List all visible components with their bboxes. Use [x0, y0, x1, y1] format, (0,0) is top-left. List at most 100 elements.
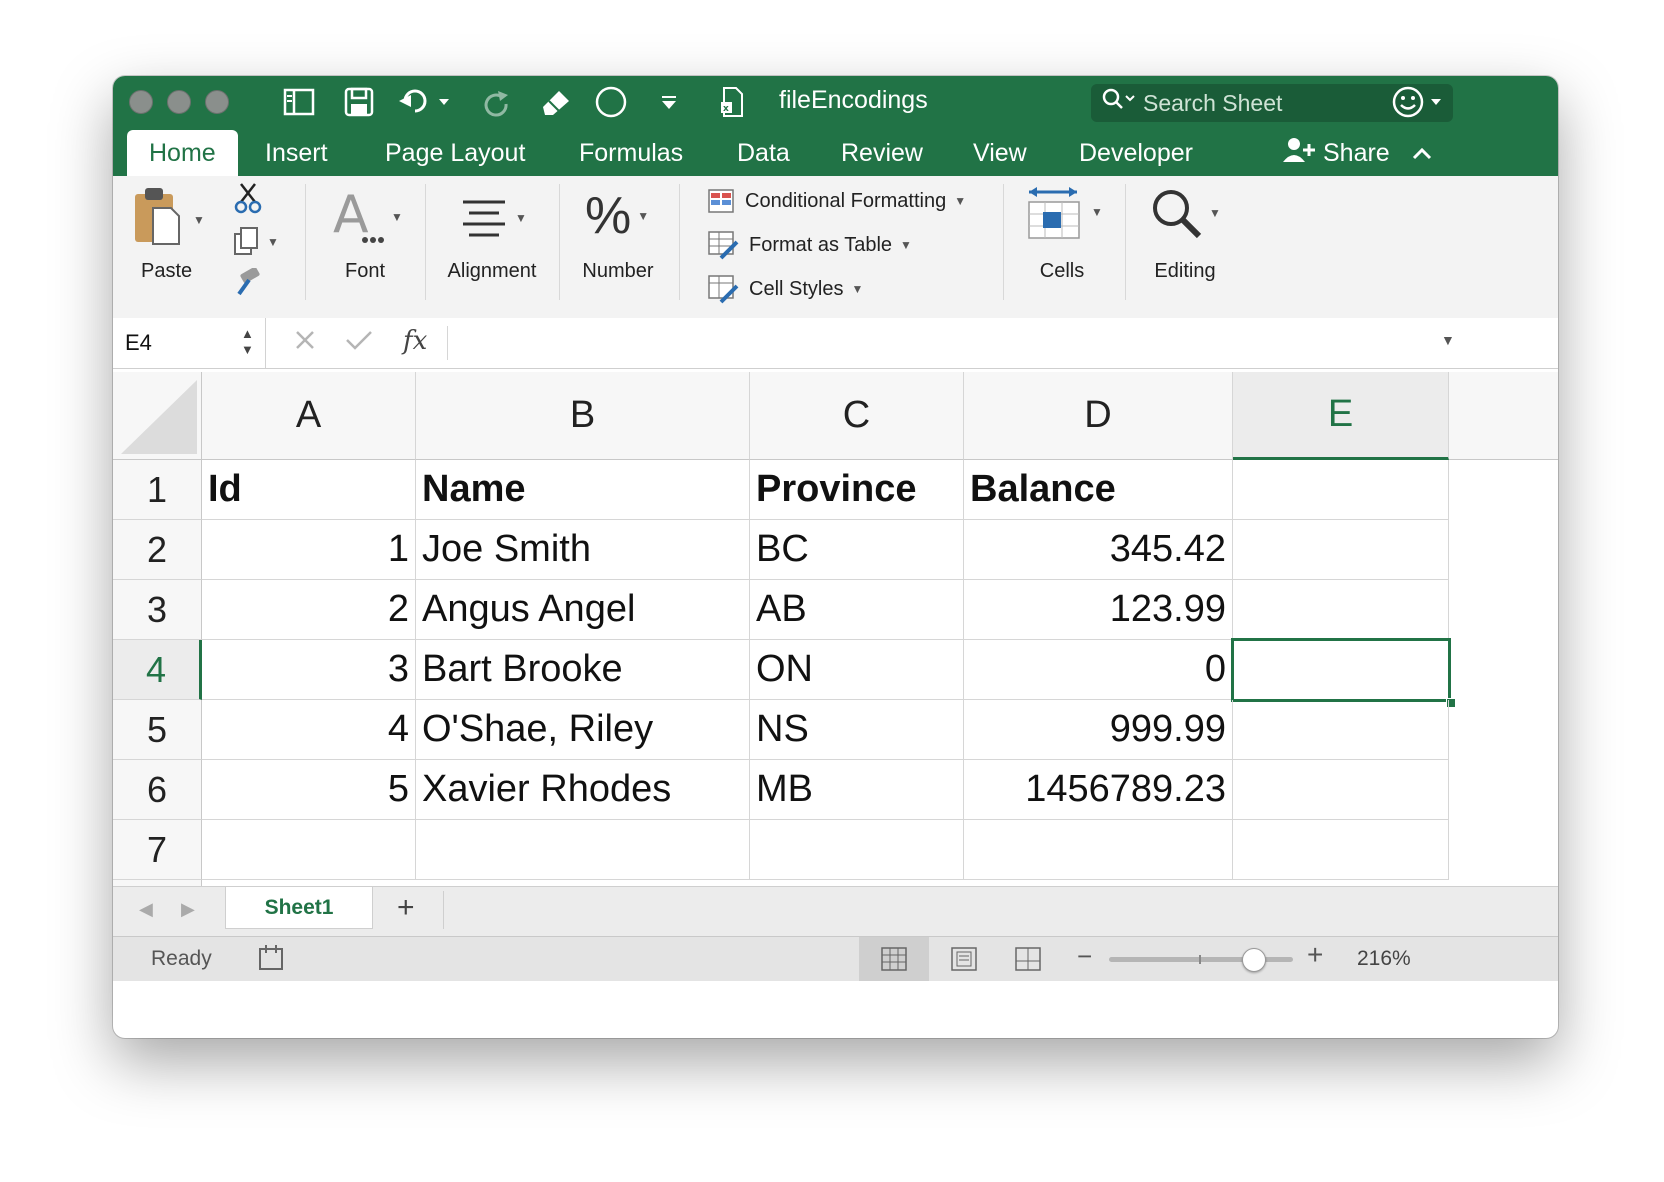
zoom-slider-knob[interactable]	[1241, 948, 1266, 972]
formula-input[interactable]	[453, 326, 1433, 360]
redo-icon[interactable]	[477, 84, 513, 120]
paste-dropdown-icon[interactable]: ▼	[193, 213, 205, 227]
cell-a7[interactable]	[202, 820, 416, 880]
cell-e5[interactable]	[1233, 700, 1449, 760]
confirm-entry-icon[interactable]	[343, 326, 375, 359]
cell-a1[interactable]: Id	[202, 460, 416, 520]
zoom-window-button[interactable]	[205, 90, 229, 114]
cell-d1[interactable]: Balance	[964, 460, 1233, 520]
eraser-icon[interactable]	[535, 84, 575, 120]
cell-d4[interactable]: 0	[964, 640, 1233, 700]
save-icon[interactable]	[341, 84, 377, 120]
cell-e4-active[interactable]	[1231, 638, 1451, 702]
column-header-e[interactable]: E	[1233, 372, 1449, 460]
cell-d7[interactable]	[964, 820, 1233, 880]
tab-view[interactable]: View	[973, 130, 1027, 176]
cell-c3[interactable]: AB	[750, 580, 964, 640]
minimize-window-button[interactable]	[167, 90, 191, 114]
cell-a3[interactable]: 2	[202, 580, 416, 640]
cell-d5[interactable]: 999.99	[964, 700, 1233, 760]
cell-c7[interactable]	[750, 820, 964, 880]
row-header-6[interactable]: 6	[113, 760, 202, 820]
cell-e3[interactable]	[1233, 580, 1449, 640]
select-all-corner[interactable]	[113, 372, 202, 460]
row-header-7[interactable]: 7	[113, 820, 202, 880]
cell-b1[interactable]: Name	[416, 460, 750, 520]
cell-a6[interactable]: 5	[202, 760, 416, 820]
row-header-4[interactable]: 4	[113, 640, 202, 700]
close-window-button[interactable]	[129, 90, 153, 114]
paste-button[interactable]: ▼	[131, 184, 205, 255]
cell-c2[interactable]: BC	[750, 520, 964, 580]
format-as-table-button[interactable]: Format as Table ▼	[707, 230, 912, 260]
cell-b3[interactable]: Angus Angel	[416, 580, 750, 640]
alignment-button[interactable]: ▼	[459, 198, 527, 238]
cell-e1[interactable]	[1233, 460, 1449, 520]
cell-styles-button[interactable]: Cell Styles ▼	[707, 274, 863, 304]
row-header-2[interactable]: 2	[113, 520, 202, 580]
tab-formulas[interactable]: Formulas	[579, 130, 683, 176]
cell-c4[interactable]: ON	[750, 640, 964, 700]
cell-b6[interactable]: Xavier Rhodes	[416, 760, 750, 820]
cell-a2[interactable]: 1	[202, 520, 416, 580]
cancel-entry-icon[interactable]	[291, 326, 319, 359]
cell-a4[interactable]: 3	[202, 640, 416, 700]
cell-d2[interactable]: 345.42	[964, 520, 1233, 580]
format-painter-icon[interactable]	[231, 268, 263, 298]
conditional-formatting-button[interactable]: Conditional Formatting ▼	[707, 188, 966, 214]
zoom-out-button[interactable]: −	[1077, 941, 1092, 972]
collapse-ribbon-icon[interactable]	[1411, 130, 1433, 176]
copy-dropdown-icon[interactable]: ▼	[267, 235, 279, 249]
name-box-stepper-icon[interactable]: ▲ ▼	[241, 326, 254, 358]
cell-d6[interactable]: 1456789.23	[964, 760, 1233, 820]
cells-button[interactable]: ▼	[1025, 184, 1103, 240]
cell-b4[interactable]: Bart Brooke	[416, 640, 750, 700]
function-icon[interactable]: fx	[403, 326, 427, 356]
cell-b2[interactable]: Joe Smith	[416, 520, 750, 580]
zoom-percentage[interactable]: 216%	[1357, 947, 1411, 971]
cell-c1[interactable]: Province	[750, 460, 964, 520]
cell-e6[interactable]	[1233, 760, 1449, 820]
cut-icon[interactable]	[233, 182, 263, 214]
circle-shape-icon[interactable]	[593, 84, 629, 120]
tab-data[interactable]: Data	[737, 130, 790, 176]
macro-recording-icon[interactable]	[257, 943, 287, 978]
scroll-sheets-left-icon[interactable]: ◀	[139, 899, 153, 920]
row-header-1[interactable]: 1	[113, 460, 202, 520]
row-header-5[interactable]: 5	[113, 700, 202, 760]
cell-c6[interactable]: MB	[750, 760, 964, 820]
tab-developer[interactable]: Developer	[1079, 130, 1193, 176]
cell-b5[interactable]: O'Shae, Riley	[416, 700, 750, 760]
expand-formula-bar-icon[interactable]: ▼	[1441, 332, 1455, 348]
tab-insert[interactable]: Insert	[265, 130, 328, 176]
cell-a5[interactable]: 4	[202, 700, 416, 760]
column-header-d[interactable]: D	[964, 372, 1233, 460]
tab-page-layout[interactable]: Page Layout	[385, 130, 525, 176]
editing-button[interactable]: ▼	[1149, 186, 1221, 240]
sheet-tab-sheet1[interactable]: Sheet1	[225, 887, 373, 929]
undo-icon[interactable]	[397, 84, 453, 120]
column-header-b[interactable]: B	[416, 372, 750, 460]
copy-icon[interactable]: ▼	[231, 226, 279, 258]
zoom-slider[interactable]	[1109, 948, 1293, 972]
tab-home[interactable]: Home	[127, 130, 238, 176]
row-header-3[interactable]: 3	[113, 580, 202, 640]
font-button[interactable]: A ▼	[331, 190, 403, 244]
cell-d3[interactable]: 123.99	[964, 580, 1233, 640]
normal-view-button[interactable]	[859, 937, 929, 981]
page-layout-view-icon[interactable]	[951, 947, 977, 976]
page-break-view-icon[interactable]	[1015, 947, 1041, 976]
column-header-a[interactable]: A	[202, 372, 416, 460]
scroll-sheets-right-icon[interactable]: ▶	[181, 899, 195, 920]
zoom-in-button[interactable]: +	[1307, 939, 1323, 971]
cell-e7[interactable]	[1233, 820, 1449, 880]
column-header-c[interactable]: C	[750, 372, 964, 460]
name-box[interactable]: E4 ▲ ▼	[113, 318, 266, 368]
cell-b7[interactable]	[416, 820, 750, 880]
add-sheet-icon[interactable]: +	[397, 891, 415, 925]
cell-e2[interactable]	[1233, 520, 1449, 580]
tab-review[interactable]: Review	[841, 130, 923, 176]
feedback-smiley-icon[interactable]	[1391, 84, 1447, 120]
cell-c5[interactable]: NS	[750, 700, 964, 760]
customize-toolbar-icon[interactable]	[657, 84, 681, 120]
